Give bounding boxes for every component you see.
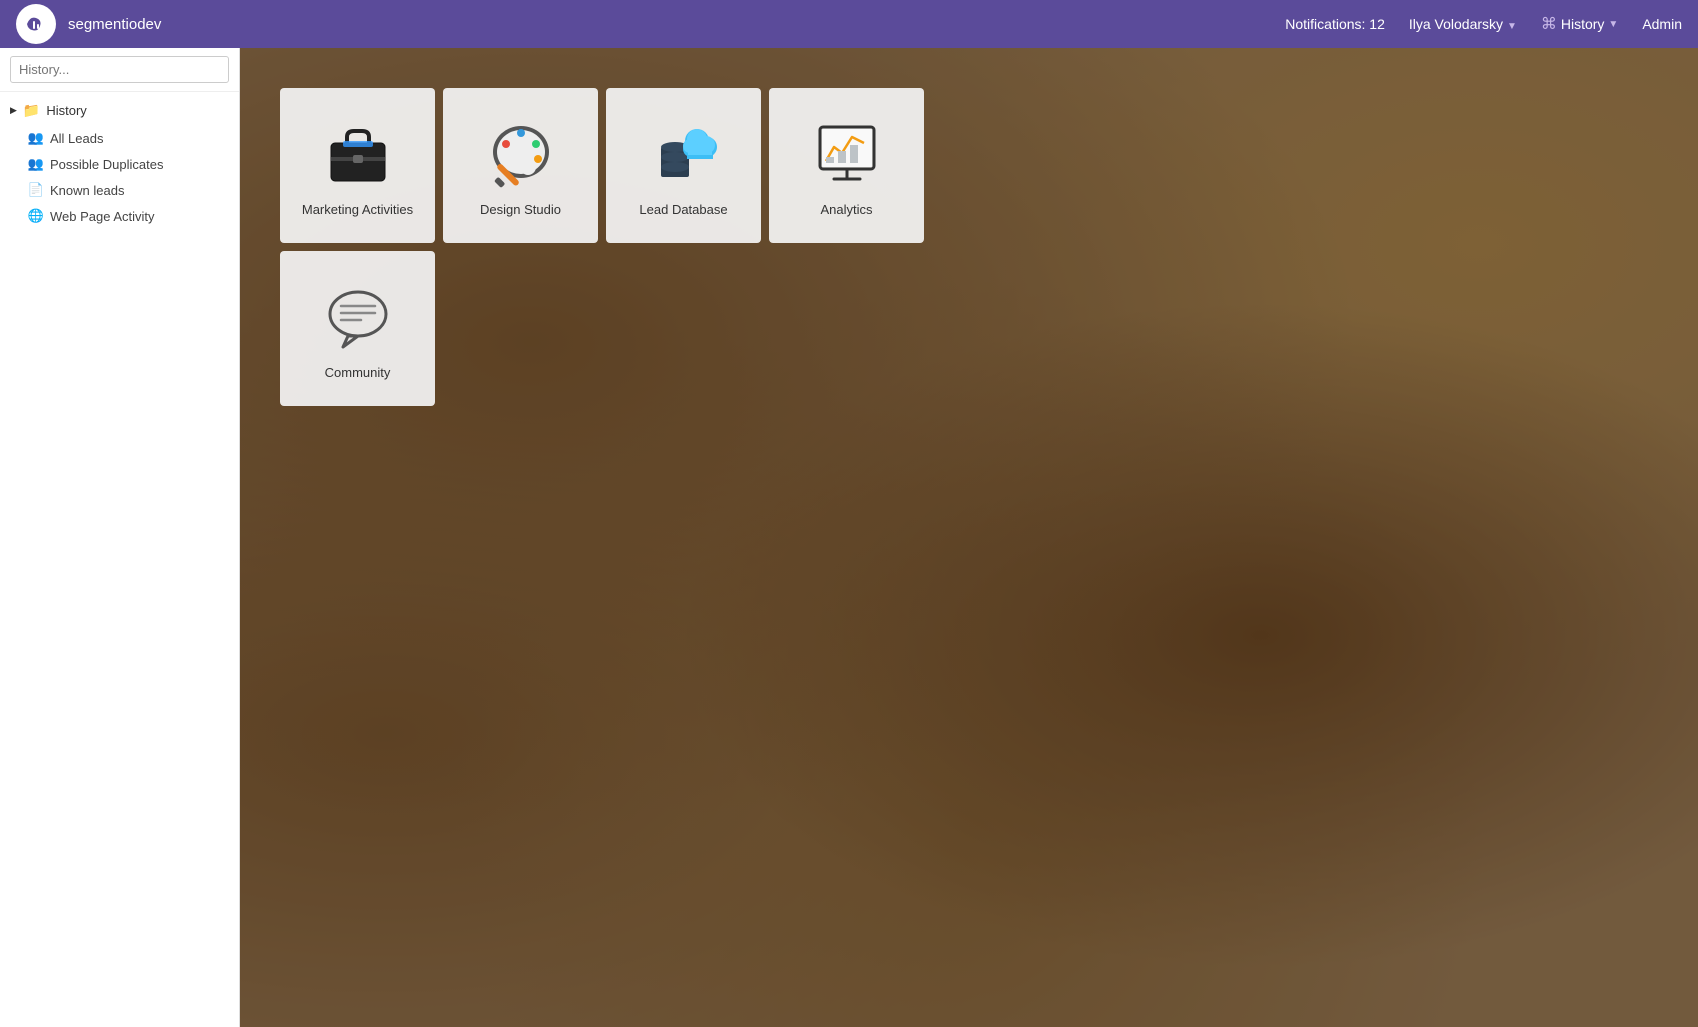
- design-studio-icon: [486, 119, 556, 189]
- section-icon: 📁: [23, 102, 40, 119]
- collapse-arrow-icon: ▶: [10, 105, 17, 116]
- history-section-header[interactable]: ▶ 📁 History: [0, 96, 239, 125]
- user-name-link[interactable]: Ilya Volodarsky ▼: [1409, 16, 1517, 32]
- history-icon: ⌘: [1541, 14, 1557, 34]
- marketing-activities-icon: [323, 119, 393, 189]
- logo-area[interactable]: segmentiodev: [16, 4, 161, 44]
- design-studio-tile[interactable]: Design Studio: [443, 88, 598, 243]
- marketing-activities-label: Marketing Activities: [302, 202, 413, 217]
- lead-database-icon-area: [648, 118, 720, 190]
- community-label: Community: [325, 365, 391, 380]
- possible-duplicates-icon: 👥: [28, 156, 44, 172]
- section-label: History: [46, 103, 86, 118]
- app-name: segmentiodev: [68, 16, 161, 33]
- tiles-grid: Marketing Activities: [280, 88, 924, 406]
- main-layout: ▶ 📁 History 👥 All Leads 👥 Possible Dupli…: [0, 48, 1698, 1027]
- analytics-icon: [812, 119, 882, 189]
- sidebar-item-web-page-activity[interactable]: 🌐 Web Page Activity: [0, 203, 239, 229]
- sidebar-item-all-leads[interactable]: 👥 All Leads: [0, 125, 239, 151]
- top-navigation: segmentiodev Notifications: 12 Ilya Volo…: [0, 0, 1698, 48]
- marketing-activities-tile[interactable]: Marketing Activities: [280, 88, 435, 243]
- web-page-activity-icon: 🌐: [28, 208, 44, 224]
- sidebar-search-area: [0, 48, 239, 92]
- analytics-icon-area: [811, 118, 883, 190]
- nav-right: Notifications: 12 Ilya Volodarsky ▼ ⌘ Hi…: [1285, 14, 1682, 34]
- design-studio-label: Design Studio: [480, 202, 561, 217]
- notifications-link[interactable]: Notifications: 12: [1285, 16, 1385, 32]
- all-leads-icon: 👥: [28, 130, 44, 146]
- marketing-activities-icon-area: [322, 118, 394, 190]
- community-icon: [323, 282, 393, 352]
- design-studio-icon-area: [485, 118, 557, 190]
- lead-database-label: Lead Database: [639, 202, 727, 217]
- logo-icon[interactable]: [16, 4, 56, 44]
- sidebar-tree: ▶ 📁 History 👥 All Leads 👥 Possible Dupli…: [0, 92, 239, 233]
- sidebar-item-known-leads[interactable]: 📄 Known leads: [0, 177, 239, 203]
- content-area: Marketing Activities: [240, 48, 1698, 1027]
- community-icon-area: [322, 281, 394, 353]
- analytics-label: Analytics: [820, 202, 872, 217]
- analytics-tile[interactable]: Analytics: [769, 88, 924, 243]
- admin-link[interactable]: Admin: [1642, 16, 1682, 32]
- known-leads-label: Known leads: [50, 183, 124, 198]
- lead-database-tile[interactable]: Lead Database: [606, 88, 761, 243]
- sidebar-item-possible-duplicates[interactable]: 👥 Possible Duplicates: [0, 151, 239, 177]
- web-page-activity-label: Web Page Activity: [50, 209, 155, 224]
- sidebar: ▶ 📁 History 👥 All Leads 👥 Possible Dupli…: [0, 48, 240, 1027]
- known-leads-icon: 📄: [28, 182, 44, 198]
- possible-duplicates-label: Possible Duplicates: [50, 157, 163, 172]
- sidebar-search-input[interactable]: [10, 56, 229, 83]
- history-nav-link[interactable]: ⌘ History ▼: [1541, 14, 1618, 34]
- lead-database-icon: [649, 119, 719, 189]
- community-tile[interactable]: Community: [280, 251, 435, 406]
- all-leads-label: All Leads: [50, 131, 103, 146]
